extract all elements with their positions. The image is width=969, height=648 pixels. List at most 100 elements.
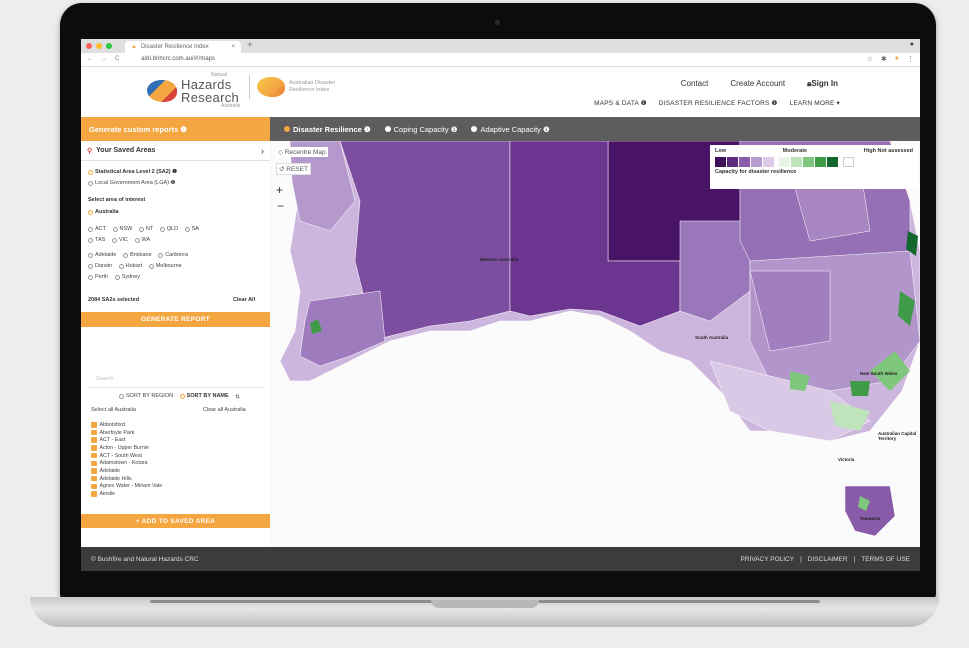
checkbox-checked-icon[interactable] — [91, 468, 97, 474]
state-radio-qld[interactable]: QLD — [159, 225, 178, 234]
selected-count: 2084 SA2s selected — [88, 297, 140, 303]
city-radio-brisbane[interactable]: Brisbane — [122, 251, 152, 260]
checkbox-checked-icon[interactable] — [91, 445, 97, 451]
forward-icon[interactable]: → — [101, 56, 107, 62]
checkbox-checked-icon[interactable] — [91, 475, 97, 482]
sort-name-label: SORT BY NAME — [186, 393, 229, 399]
list-item[interactable]: Acton - Upper Burnie — [91, 444, 162, 452]
tabbar-menu-icon[interactable]: ● — [910, 41, 914, 48]
checkbox-checked-icon[interactable] — [91, 437, 97, 443]
select-all-australia-link[interactable]: Select all Australia — [91, 407, 136, 413]
radio-icon — [179, 393, 185, 399]
state-label: WA — [141, 237, 151, 243]
close-window-button[interactable] — [86, 43, 92, 49]
checkbox-checked-icon[interactable] — [91, 491, 97, 497]
sort-by-region-radio[interactable]: SORT BY REGION — [119, 393, 173, 399]
choropleth-map[interactable]: ◇ Recentre Map ↺ RESET + − Western Austr… — [270, 141, 920, 547]
area-search-input[interactable]: Search — [88, 376, 263, 388]
state-radio-sa[interactable]: SA — [184, 225, 199, 234]
state-radio-nt[interactable]: NT — [138, 225, 153, 234]
tab-close-icon[interactable]: × — [231, 44, 235, 50]
list-item[interactable]: Aberfoyle Park — [91, 429, 162, 437]
city-radio-hobart[interactable]: Hobart — [118, 262, 142, 271]
tab-label: Coping Capacity ❶ — [393, 124, 458, 134]
site-footer: © Bushfire and Natural Hazards CRC PRIVA… — [81, 547, 920, 571]
create-account-link[interactable]: Create Account — [730, 79, 785, 89]
list-item[interactable]: ACT - East — [91, 436, 162, 444]
city-radio-melbourne[interactable]: Melbourne — [148, 262, 182, 271]
bookmark-star-icon[interactable]: ☆ — [867, 55, 873, 63]
clear-all-australia-link[interactable]: Clear all Australia — [203, 407, 246, 413]
browser-menu-icon[interactable]: ⋮ — [907, 55, 914, 63]
generate-custom-reports-bar[interactable]: Generate custom reports ❶ — [81, 117, 270, 141]
privacy-policy-link[interactable]: PRIVACY POLICY — [741, 556, 795, 563]
list-item[interactable]: Adelaide Hills — [91, 475, 162, 483]
maximize-window-button[interactable] — [106, 43, 112, 49]
state-radio-nsw[interactable]: NSW — [112, 225, 132, 234]
generate-report-button[interactable]: GENERATE REPORT — [81, 312, 270, 327]
list-item[interactable]: Abbotsford — [91, 421, 162, 429]
city-radio-canberra[interactable]: Canberra — [158, 251, 188, 260]
city-label: Perth — [95, 274, 109, 280]
state-radio-wa[interactable]: WA — [134, 236, 151, 245]
city-radio-sydney[interactable]: Sydney — [114, 273, 140, 282]
checkbox-checked-icon[interactable] — [91, 460, 97, 467]
tab-disaster-resilience[interactable]: Disaster Resilience ❶ — [284, 125, 371, 134]
zoom-out-button[interactable]: − — [277, 199, 284, 213]
saved-areas-row[interactable]: ⚲ Your Saved Areas › — [81, 141, 270, 161]
label-tasmania: Tasmania — [860, 516, 881, 521]
back-icon[interactable]: ← — [87, 56, 93, 62]
camera — [495, 20, 500, 25]
nav-resilience-factors[interactable]: DISASTER RESILIENCE FACTORS ❶ — [659, 99, 778, 107]
legend-high: High — [863, 148, 876, 154]
checkbox-checked-icon[interactable] — [91, 483, 97, 490]
label-act: Australian Capital Territory — [878, 431, 917, 441]
list-item[interactable]: Agnes Water - Miriam Vale — [91, 483, 162, 491]
tab-coping-capacity[interactable]: Coping Capacity ❶ — [384, 124, 458, 134]
clear-all-link[interactable]: Clear All — [233, 297, 255, 303]
sign-in-link[interactable]: 🔒︎Sign In — [807, 79, 838, 89]
state-radio-vic[interactable]: VIC — [111, 236, 128, 245]
list-item[interactable]: Adelaide — [91, 467, 162, 475]
state-radio-act[interactable]: ACT — [88, 225, 106, 234]
recentre-map-button[interactable]: ◇ Recentre Map — [276, 147, 328, 157]
contact-link[interactable]: Contact — [681, 79, 709, 89]
adri-logo[interactable]: Australian Disaster Resilience Index — [257, 77, 349, 97]
extension-icon[interactable]: ✱ — [881, 55, 887, 63]
radio-icon — [471, 126, 478, 132]
tab-adaptive-capacity[interactable]: Adaptive Capacity ❶ — [471, 125, 550, 134]
city-radio-darwin[interactable]: Darwin — [88, 262, 112, 271]
sa2-radio[interactable]: Statistical Area Level 2 (SA2) ❶ — [88, 168, 177, 177]
radio-icon — [134, 238, 140, 243]
new-tab-icon[interactable]: + — [247, 40, 253, 51]
australia-radio[interactable]: Australia — [88, 209, 119, 215]
radio-icon — [112, 227, 118, 232]
reset-button[interactable]: ↺ RESET — [276, 163, 311, 175]
minimize-window-button[interactable] — [96, 43, 102, 49]
disclaimer-link[interactable]: DISCLAIMER — [808, 556, 848, 563]
checkbox-checked-icon[interactable] — [91, 452, 97, 459]
sort-icon[interactable]: ⇅ — [235, 395, 240, 401]
list-item[interactable]: Ainslie — [91, 490, 162, 498]
lga-radio[interactable]: Local Government Area (LGA) ❶ — [88, 179, 175, 188]
sort-by-name-radio[interactable]: SORT BY NAME — [179, 393, 229, 399]
legend-swatch — [843, 157, 854, 167]
add-to-saved-area-button[interactable]: + ADD TO SAVED AREA — [81, 514, 270, 528]
city-radio-adelaide[interactable]: Adelaide — [88, 251, 116, 260]
area-label: ACT - South West — [99, 452, 143, 459]
list-item[interactable]: Adamstown - Kotara — [91, 459, 162, 467]
checkbox-checked-icon[interactable] — [91, 429, 97, 436]
zoom-in-button[interactable]: + — [276, 183, 283, 197]
nav-maps-data[interactable]: MAPS & DATA ❶ — [594, 99, 647, 107]
url-field[interactable]: adri.bnhcrc.com.au/#!/maps — [141, 56, 215, 62]
state-radio-tas[interactable]: TAS — [88, 236, 105, 245]
terms-of-use-link[interactable]: TERMS OF USE — [861, 556, 910, 563]
reload-icon[interactable]: C — [115, 56, 119, 62]
browser-tab[interactable]: ▲ Disaster Resilience Index × — [125, 41, 241, 53]
checkbox-checked-icon[interactable] — [91, 422, 97, 428]
nav-learn-more[interactable]: LEARN MORE ▾ — [790, 99, 840, 107]
list-item[interactable]: ACT - South West — [91, 452, 162, 460]
city-radio-perth[interactable]: Perth — [88, 273, 108, 282]
profile-icon[interactable]: ● — [895, 55, 899, 63]
nhra-logo[interactable]: Natural Hazards Research Australia — [147, 73, 240, 109]
